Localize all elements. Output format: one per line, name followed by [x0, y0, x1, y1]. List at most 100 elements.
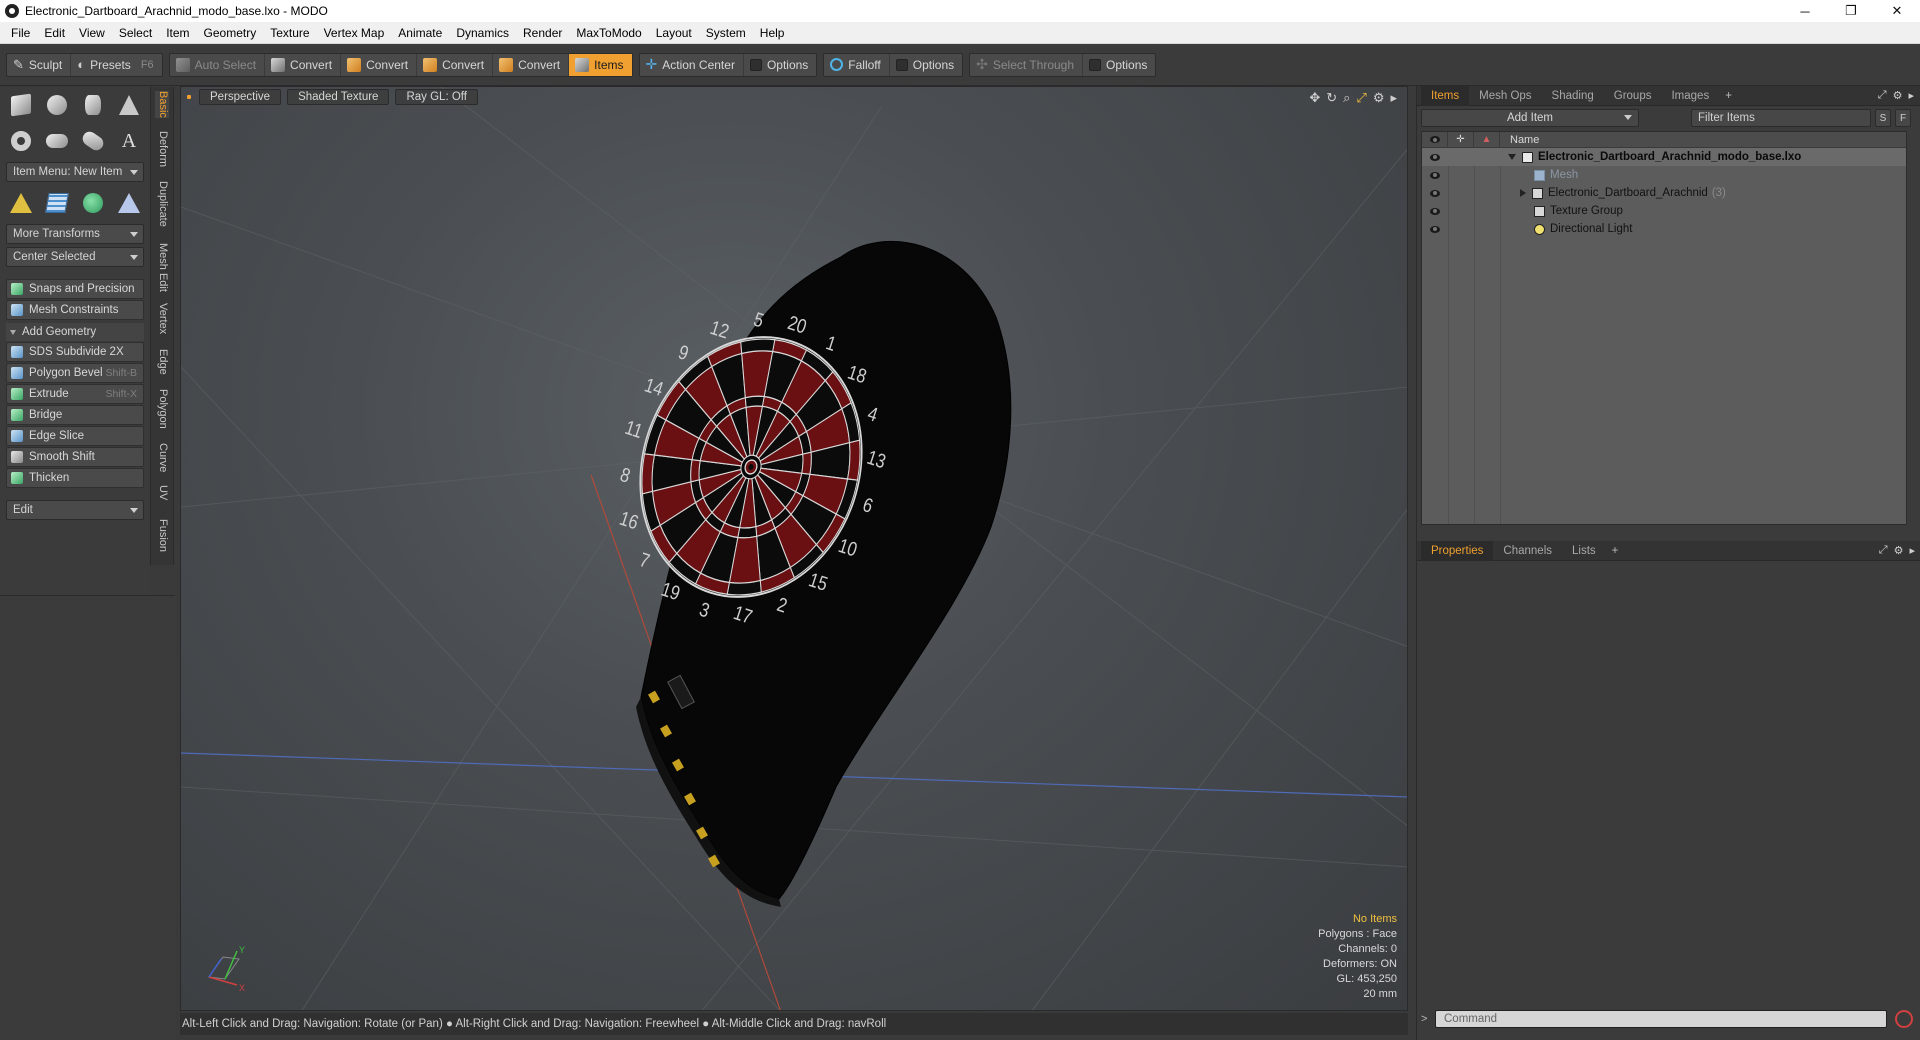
color-column-header[interactable]: ▲ — [1474, 131, 1500, 148]
tab-channels[interactable]: Channels — [1493, 541, 1562, 561]
collapse-arrow-icon[interactable] — [1508, 154, 1516, 160]
extrude-button[interactable]: Extrude Shift-X — [6, 384, 144, 404]
text-tool-button[interactable]: A — [114, 126, 144, 156]
tab-mesh-ops[interactable]: Mesh Ops — [1469, 86, 1541, 106]
settings-icon[interactable]: ⚙ — [1373, 90, 1385, 106]
menu-item[interactable]: Item — [159, 22, 196, 44]
menu-animate[interactable]: Animate — [391, 22, 449, 44]
panel-gear-icon[interactable]: ⚙ — [1894, 544, 1904, 557]
visibility-toggle[interactable] — [1422, 153, 1448, 161]
panel-gear-icon[interactable]: ⚙ — [1893, 89, 1903, 102]
menu-geometry[interactable]: Geometry — [197, 22, 264, 44]
tab-fusion[interactable]: Fusion — [155, 519, 169, 552]
tree-item-texture-group[interactable]: Texture Group — [1422, 202, 1906, 220]
maximize-panel-icon[interactable]: ⤢ — [1879, 544, 1888, 557]
bridge-button[interactable]: Bridge — [6, 405, 144, 425]
convert-vertices-button[interactable]: Convert — [265, 53, 342, 76]
sds-subdivide-button[interactable]: SDS Subdivide 2X — [6, 342, 144, 362]
tab-curve[interactable]: Curve — [155, 443, 169, 472]
view-type-selector[interactable]: Perspective — [199, 89, 282, 105]
rotate-tool-button[interactable] — [78, 188, 108, 218]
edit-dropdown[interactable]: Edit — [6, 500, 144, 520]
tab-edge[interactable]: Edge — [155, 349, 169, 375]
thicken-button[interactable]: Thicken — [6, 468, 144, 488]
menu-file[interactable]: File — [4, 22, 37, 44]
item-menu-dropdown[interactable]: Item Menu: New Item — [6, 162, 144, 182]
filter-f-button[interactable]: F — [1895, 109, 1911, 127]
more-transforms-dropdown[interactable]: More Transforms — [6, 224, 144, 244]
tree-item-mesh[interactable]: Mesh — [1422, 166, 1906, 184]
visibility-toggle[interactable] — [1422, 189, 1448, 197]
raygl-toggle[interactable]: Ray GL: Off — [395, 89, 478, 105]
polygon-bevel-button[interactable]: Polygon Bevel Shift-B — [6, 363, 144, 383]
tab-deform[interactable]: Deform — [155, 131, 169, 167]
convert-materials-button[interactable]: Convert — [493, 53, 570, 76]
filter-s-button[interactable]: S — [1875, 109, 1891, 127]
pen-tool-button[interactable] — [78, 126, 108, 156]
convert-edges-button[interactable]: Convert — [341, 53, 418, 76]
command-input[interactable]: Command — [1435, 1010, 1887, 1028]
menu-edit[interactable]: Edit — [37, 22, 72, 44]
menu-layout[interactable]: Layout — [649, 22, 699, 44]
cube-primitive-button[interactable] — [6, 90, 36, 120]
tab-duplicate[interactable]: Duplicate — [155, 181, 169, 227]
shading-selector[interactable]: Shaded Texture — [287, 89, 390, 105]
cylinder-primitive-button[interactable] — [78, 90, 108, 120]
3d-viewport[interactable]: 20 1 18 4 13 6 10 15 2 17 3 19 7 16 8 11 14 9 12 5 Perspect… — [180, 86, 1408, 1011]
tab-shading[interactable]: Shading — [1542, 86, 1604, 106]
action-center-options-button[interactable]: Options — [744, 54, 816, 76]
minimize-button[interactable]: ─ — [1782, 0, 1828, 22]
maximize-panel-icon[interactable]: ⤢ — [1878, 89, 1887, 102]
edge-slice-button[interactable]: Edge Slice — [6, 426, 144, 446]
restore-button[interactable]: ❐ — [1828, 0, 1874, 22]
visibility-toggle[interactable] — [1422, 171, 1448, 179]
tree-item-dartboard[interactable]: Electronic_Dartboard_Arachnid (3) — [1422, 184, 1906, 202]
transform-tool-button[interactable] — [6, 188, 36, 218]
menu-help[interactable]: Help — [753, 22, 792, 44]
grid-tool-button[interactable] — [42, 188, 72, 218]
center-selected-dropdown[interactable]: Center Selected — [6, 247, 144, 267]
panel-arrow-icon[interactable]: ▸ — [1908, 89, 1914, 102]
tab-basic[interactable]: Basic — [155, 91, 169, 118]
select-through-button[interactable]: ✣ Select Through — [970, 53, 1084, 76]
menu-vertex-map[interactable]: Vertex Map — [317, 22, 392, 44]
torus-primitive-button[interactable] — [6, 126, 36, 156]
menu-dynamics[interactable]: Dynamics — [449, 22, 516, 44]
visibility-toggle[interactable] — [1422, 225, 1448, 233]
tree-item-scene[interactable]: Electronic_Dartboard_Arachnid_modo_base.… — [1422, 148, 1906, 166]
snaps-precision-button[interactable]: Snaps and Precision — [6, 279, 144, 299]
expand-arrow-icon[interactable] — [1520, 189, 1526, 197]
presets-button[interactable]: ◐ Presets F6 — [71, 54, 161, 76]
menu-render[interactable]: Render — [516, 22, 569, 44]
expand-arrow-icon[interactable]: ▸ — [1390, 90, 1397, 106]
auto-select-button[interactable]: Auto Select — [170, 53, 266, 76]
fit-icon[interactable]: ⤢ — [1356, 90, 1366, 106]
menu-system[interactable]: System — [699, 22, 753, 44]
visibility-column-header[interactable] — [1422, 131, 1448, 148]
lock-column-header[interactable]: ✛ — [1448, 131, 1474, 148]
add-item-dropdown[interactable]: Add Item — [1421, 109, 1639, 127]
smooth-shift-button[interactable]: Smooth Shift — [6, 447, 144, 467]
tab-mesh-edit[interactable]: Mesh Edit — [155, 243, 169, 292]
tree-item-directional-light[interactable]: Directional Light — [1422, 220, 1906, 238]
action-center-button[interactable]: ✛ Action Center — [640, 53, 744, 76]
falloff-options-button[interactable]: Options — [890, 54, 962, 76]
visibility-toggle[interactable] — [1422, 207, 1448, 215]
tab-groups[interactable]: Groups — [1604, 86, 1662, 106]
pan-icon[interactable]: ✥ — [1309, 90, 1320, 106]
viewport-menu-dot[interactable] — [187, 95, 191, 99]
add-properties-tab-button[interactable]: + — [1606, 541, 1625, 561]
add-geometry-section[interactable]: Add Geometry — [6, 323, 144, 341]
menu-maxtomodo[interactable]: MaxToModo — [569, 22, 648, 44]
items-mode-button[interactable]: Items — [569, 53, 632, 76]
orbit-icon[interactable]: ↻ — [1326, 90, 1337, 106]
tab-uv[interactable]: UV — [155, 485, 169, 500]
close-button[interactable]: ✕ — [1874, 0, 1920, 22]
mesh-constraints-button[interactable]: Mesh Constraints — [6, 300, 144, 320]
falloff-button[interactable]: Falloff — [824, 53, 890, 76]
command-history-arrow[interactable]: > — [1421, 1013, 1435, 1025]
sphere-primitive-button[interactable] — [42, 90, 72, 120]
tab-lists[interactable]: Lists — [1562, 541, 1606, 561]
panel-arrow-icon[interactable]: ▸ — [1909, 544, 1915, 557]
name-column-header[interactable]: Name — [1500, 134, 1539, 146]
